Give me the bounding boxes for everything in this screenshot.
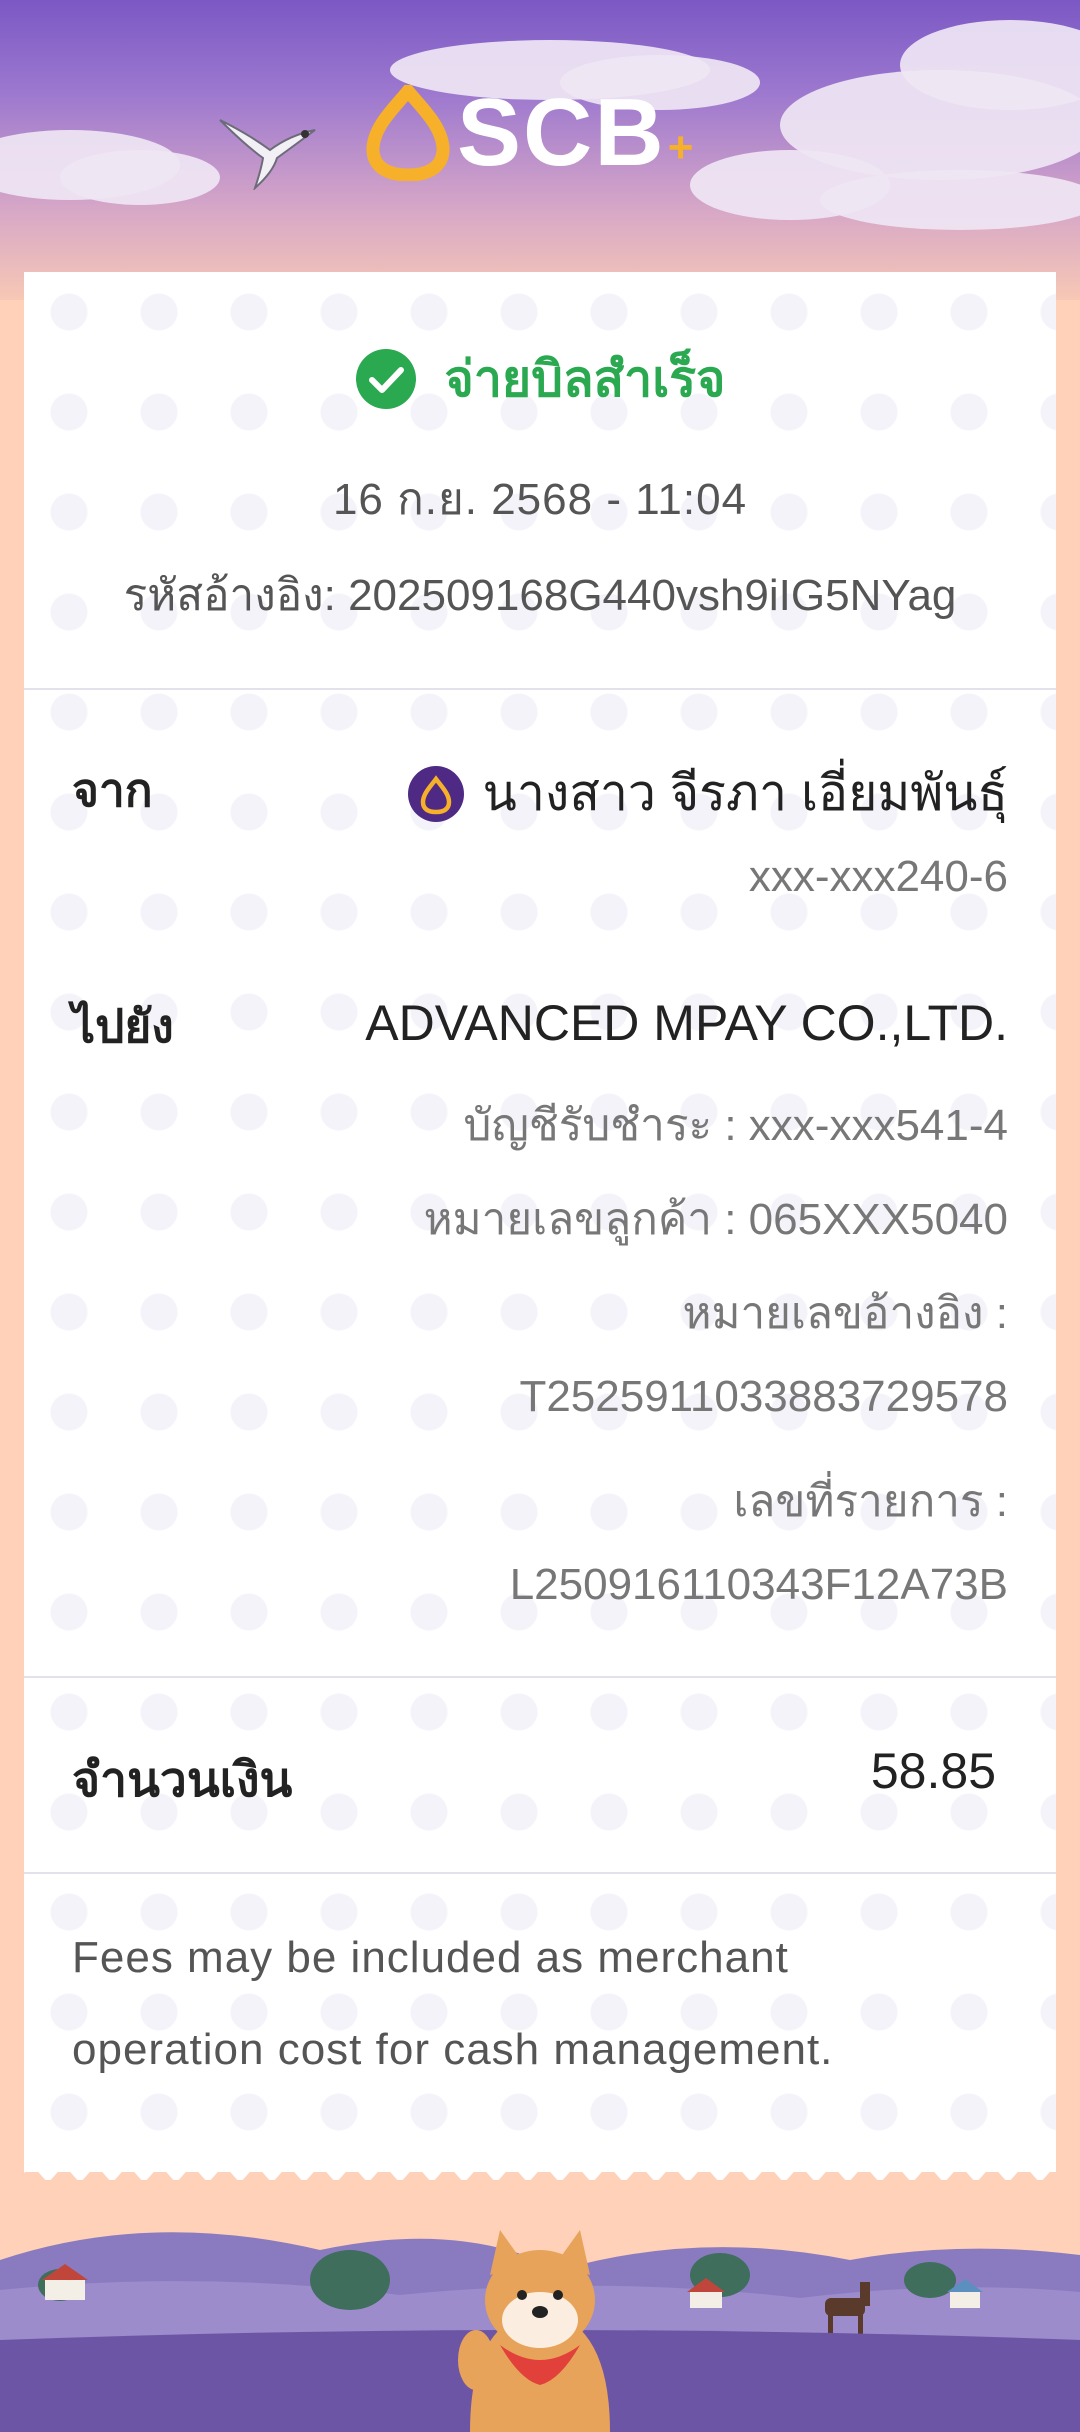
tree [310,2250,390,2310]
house [45,2278,85,2300]
divider [24,1676,1056,1678]
success-header: จ่ายบิลสำเร็จ [24,344,1056,414]
to-name: ADVANCED MPAY CO.,LTD. [365,995,1008,1051]
tree [904,2262,956,2298]
reference-number-label: หมายเลขอ้างอิง : [682,1289,1008,1338]
transaction-number-label: เลขที่รายการ : [733,1477,1008,1526]
customer-number: หมายเลขลูกค้า : 065XXX5040 [423,1195,1008,1244]
from-label: จาก [72,764,153,816]
status-title: จ่ายบิลสำเร็จ [444,350,726,407]
scb-logo-icon [366,85,450,181]
header-banner: SCB + [0,0,1080,300]
amount-label: จำนวนเงิน [72,1754,293,1807]
house [690,2290,722,2308]
brand-plus: + [667,123,694,172]
scb-account-avatar-icon [407,765,464,822]
receipt-card: จ่ายบิลสำเร็จ 16 ก.ย. 2568 - 11:04 รหัสอ… [24,272,1056,2172]
from-name: นางสาว จีรภา เอี่ยมพันธุ์ [482,765,1008,821]
divider [24,1872,1056,1874]
cloud [60,150,220,205]
landscape-illustration [0,2230,1080,2432]
amount-value: 58.85 [870,1743,996,1799]
house [950,2290,980,2308]
check-circle-icon [355,349,416,409]
footer-illustration [0,2180,1080,2432]
biller-account: บัญชีรับชำระ : xxx-xxx541-4 [463,1101,1008,1150]
brand-name: SCB [457,79,666,186]
transaction-number-value: L250916110343F12A73B [509,1560,1008,1609]
from-account-number: xxx-xxx240-6 [748,852,1008,901]
divider [24,688,1056,690]
reference-number-value: T2525911033883729578 [519,1372,1008,1421]
transaction-datetime: 16 ก.ย. 2568 - 11:04 [332,475,748,524]
fee-note: Fees may be included as merchant operati… [72,1933,834,2074]
to-label: ไปยัง [72,1000,174,1052]
scb-logo: SCB + [365,78,725,188]
cloud [820,170,1080,230]
from-account-holder: นางสาว จีรภา เอี่ยมพันธุ์ [407,754,1008,833]
bird-icon [219,119,316,190]
reference-code: รหัสอ้างอิง: 202509168G440vsh9iIG5NYag [123,571,957,620]
